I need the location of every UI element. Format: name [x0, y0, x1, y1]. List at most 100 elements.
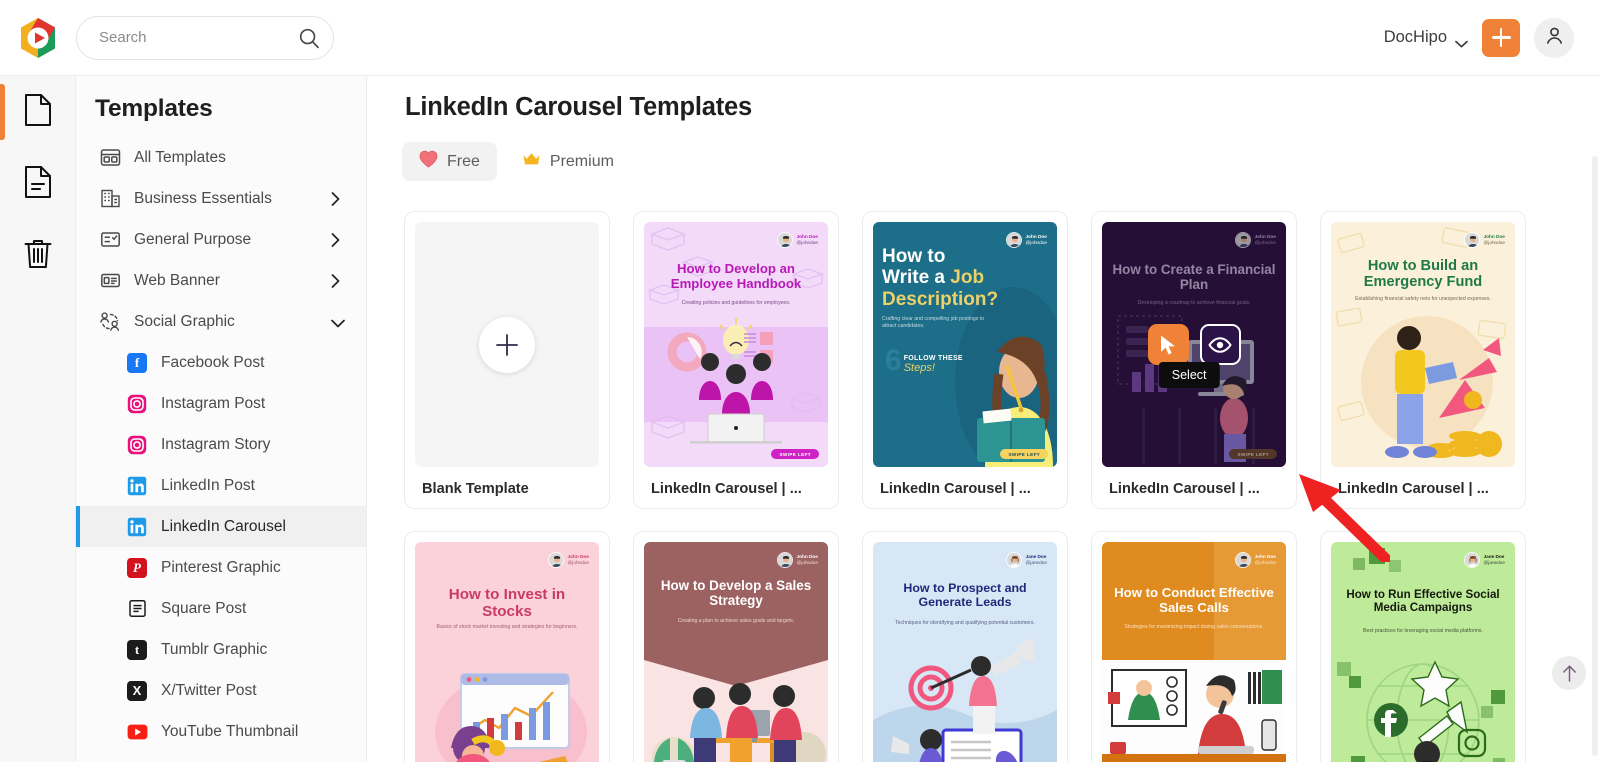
- blank-template-thumbnail[interactable]: [415, 222, 599, 467]
- facebook-icon: f: [126, 352, 148, 374]
- template-title: How to Run Effective Social Media Campai…: [1346, 588, 1500, 614]
- sidebar-item-label: LinkedIn Carousel: [161, 517, 286, 535]
- template-thumbnail[interactable]: How to Create a Financial Plan Developin…: [1102, 222, 1286, 467]
- sidebar-item-label: Pinterest Graphic: [161, 558, 281, 576]
- sidebar-item-business-essentials[interactable]: Business Essentials: [76, 178, 366, 219]
- template-subtitle: Establishing financial safety nets for u…: [1355, 296, 1491, 302]
- template-grid: Blank Template How to Develop an Employe…: [367, 181, 1600, 762]
- linkedin-icon: [126, 516, 148, 538]
- template-thumbnail[interactable]: How to Write a Job Description? Crafting…: [873, 222, 1057, 467]
- app-root: DocHipo: [0, 0, 1600, 762]
- author-handle: @johndoe: [796, 240, 818, 245]
- byline-text: Jane Doe @janedoe: [1484, 554, 1505, 567]
- heart-icon: [419, 150, 438, 173]
- template-card[interactable]: How to Build an Emergency Fund Establish…: [1320, 211, 1526, 509]
- steps-badge: 6 FOLLOW THESE Steps!: [885, 344, 963, 377]
- avatar: [1463, 232, 1480, 248]
- tab-free[interactable]: Free: [402, 142, 497, 181]
- linkedin-icon: [126, 475, 148, 497]
- select-tooltip: Select: [1158, 362, 1220, 388]
- template-thumbnail[interactable]: How to Run Effective Social Media Campai…: [1331, 542, 1515, 762]
- rail-item-my-designs[interactable]: [0, 148, 76, 220]
- byline-text: Jane Doe @janedoe: [1026, 554, 1047, 567]
- template-thumbnail[interactable]: How to Build an Emergency Fund Establish…: [1331, 222, 1515, 467]
- top-bar: DocHipo: [0, 0, 1600, 76]
- card-label: LinkedIn Carousel | ...: [1109, 481, 1260, 497]
- sidebar-item-instagram-story[interactable]: Instagram Story: [76, 424, 366, 465]
- template-thumbnail[interactable]: How to Prospect and Generate Leads Techn…: [873, 542, 1057, 762]
- template-thumbnail[interactable]: How to Develop an Employee Handbook Crea…: [644, 222, 828, 467]
- blank-template-card[interactable]: Blank Template: [404, 211, 610, 509]
- search-bar[interactable]: [76, 15, 334, 60]
- template-card[interactable]: How to Invest in Stocks Basics of stock …: [404, 531, 610, 762]
- template-card[interactable]: How to Create a Financial Plan Developin…: [1091, 211, 1297, 509]
- sidebar-item-linkedin-post[interactable]: LinkedIn Post: [76, 465, 366, 506]
- scroll-to-top-button[interactable]: [1552, 656, 1586, 690]
- sidebar-item-facebook-post[interactable]: f Facebook Post: [76, 342, 366, 383]
- dochipo-logo: [18, 17, 58, 59]
- tab-premium-label: Premium: [549, 152, 614, 170]
- sidebar-title: Templates: [95, 95, 213, 122]
- card-label: LinkedIn Carousel | ...: [1338, 481, 1489, 497]
- search-icon[interactable]: [298, 27, 320, 49]
- template-subtitle: Techniques for identifying and qualifyin…: [895, 620, 1035, 626]
- byline-text: John Doe @johndoe: [568, 554, 589, 567]
- sidebar-item-social-graphic[interactable]: Social Graphic: [76, 301, 366, 342]
- card-label: LinkedIn Carousel | ...: [880, 481, 1031, 497]
- template-subtitle: Creating policies and guidelines for emp…: [681, 300, 791, 306]
- template-card[interactable]: How to Develop a Sales Strategy Creating…: [633, 531, 839, 762]
- template-card[interactable]: How to Write a Job Description? Crafting…: [862, 211, 1068, 509]
- workspace-selector[interactable]: DocHipo: [1384, 28, 1468, 47]
- sidebar-item-general-purpose[interactable]: General Purpose: [76, 219, 366, 260]
- search-input[interactable]: [99, 29, 298, 46]
- preview-template-button[interactable]: [1199, 324, 1241, 365]
- sidebar-item-label: Social Graphic: [134, 312, 235, 330]
- account-avatar-button[interactable]: [1534, 17, 1574, 58]
- template-card[interactable]: How to Conduct Effective Sales Calls Str…: [1091, 531, 1297, 762]
- chevron-right-icon[interactable]: [331, 232, 340, 247]
- card-label: Blank Template: [422, 481, 529, 497]
- rail-item-documents[interactable]: [0, 76, 76, 148]
- template-card[interactable]: How to Develop an Employee Handbook Crea…: [633, 211, 839, 509]
- tab-premium[interactable]: Premium: [505, 143, 631, 180]
- card-hover-overlay[interactable]: Select: [1102, 222, 1286, 467]
- template-card[interactable]: How to Prospect and Generate Leads Techn…: [862, 531, 1068, 762]
- main-scrollbar[interactable]: [1592, 156, 1598, 756]
- template-thumbnail[interactable]: How to Develop a Sales Strategy Creating…: [644, 542, 828, 762]
- sidebar-item-label: Facebook Post: [161, 353, 265, 371]
- byline-text: John Doe @johndoe: [1026, 234, 1047, 247]
- byline-text: John Doe @johndoe: [797, 234, 818, 247]
- template-title: How to Prospect and Generate Leads: [903, 581, 1027, 609]
- sidebar-nav-list: All Templates Business Essentials Genera…: [76, 137, 366, 752]
- template-thumbnail[interactable]: How to Conduct Effective Sales Calls Str…: [1102, 542, 1286, 762]
- page-title: LinkedIn Carousel Templates: [405, 93, 752, 121]
- sidebar-item-label: Instagram Post: [161, 394, 266, 412]
- logo-container[interactable]: [0, 17, 76, 59]
- sidebar-item-instagram-post[interactable]: Instagram Post: [76, 383, 366, 424]
- author-handle: @johndoe: [796, 560, 818, 565]
- chevron-right-icon[interactable]: [331, 273, 340, 288]
- rail-item-trash[interactable]: [0, 220, 76, 292]
- template-card[interactable]: How to Run Effective Social Media Campai…: [1320, 531, 1526, 762]
- chevron-right-icon[interactable]: [331, 191, 340, 206]
- add-plus-icon[interactable]: [479, 316, 535, 373]
- plus-icon: [1491, 28, 1511, 47]
- sidebar-item-youtube-thumbnail[interactable]: YouTube Thumbnail: [76, 711, 366, 752]
- sidebar-item-tumblr-graphic[interactable]: t Tumblr Graphic: [76, 629, 366, 670]
- sidebar-item-pinterest-graphic[interactable]: P Pinterest Graphic: [76, 547, 366, 588]
- sidebar-item-web-banner[interactable]: Web Banner: [76, 260, 366, 301]
- sidebar-item-label: Tumblr Graphic: [161, 640, 268, 658]
- chevron-down-icon[interactable]: [331, 315, 345, 329]
- template-byline: John Doe @johndoe: [776, 232, 818, 248]
- filter-tabs: Free Premium: [367, 122, 1600, 181]
- sidebar-item-all-templates[interactable]: All Templates: [76, 137, 366, 178]
- select-template-button[interactable]: [1147, 324, 1189, 365]
- sidebar-item-linkedin-carousel[interactable]: LinkedIn Carousel: [76, 506, 366, 547]
- trash-icon: [23, 237, 53, 275]
- sidebar-item-square-post[interactable]: Square Post: [76, 588, 366, 629]
- template-thumbnail[interactable]: How to Invest in Stocks Basics of stock …: [415, 542, 599, 762]
- sidebar-item-x-twitter-post[interactable]: X X/Twitter Post: [76, 670, 366, 711]
- create-new-button[interactable]: [1482, 18, 1520, 57]
- x-twitter-icon: X: [126, 680, 148, 702]
- author-handle: @johndoe: [1025, 240, 1047, 245]
